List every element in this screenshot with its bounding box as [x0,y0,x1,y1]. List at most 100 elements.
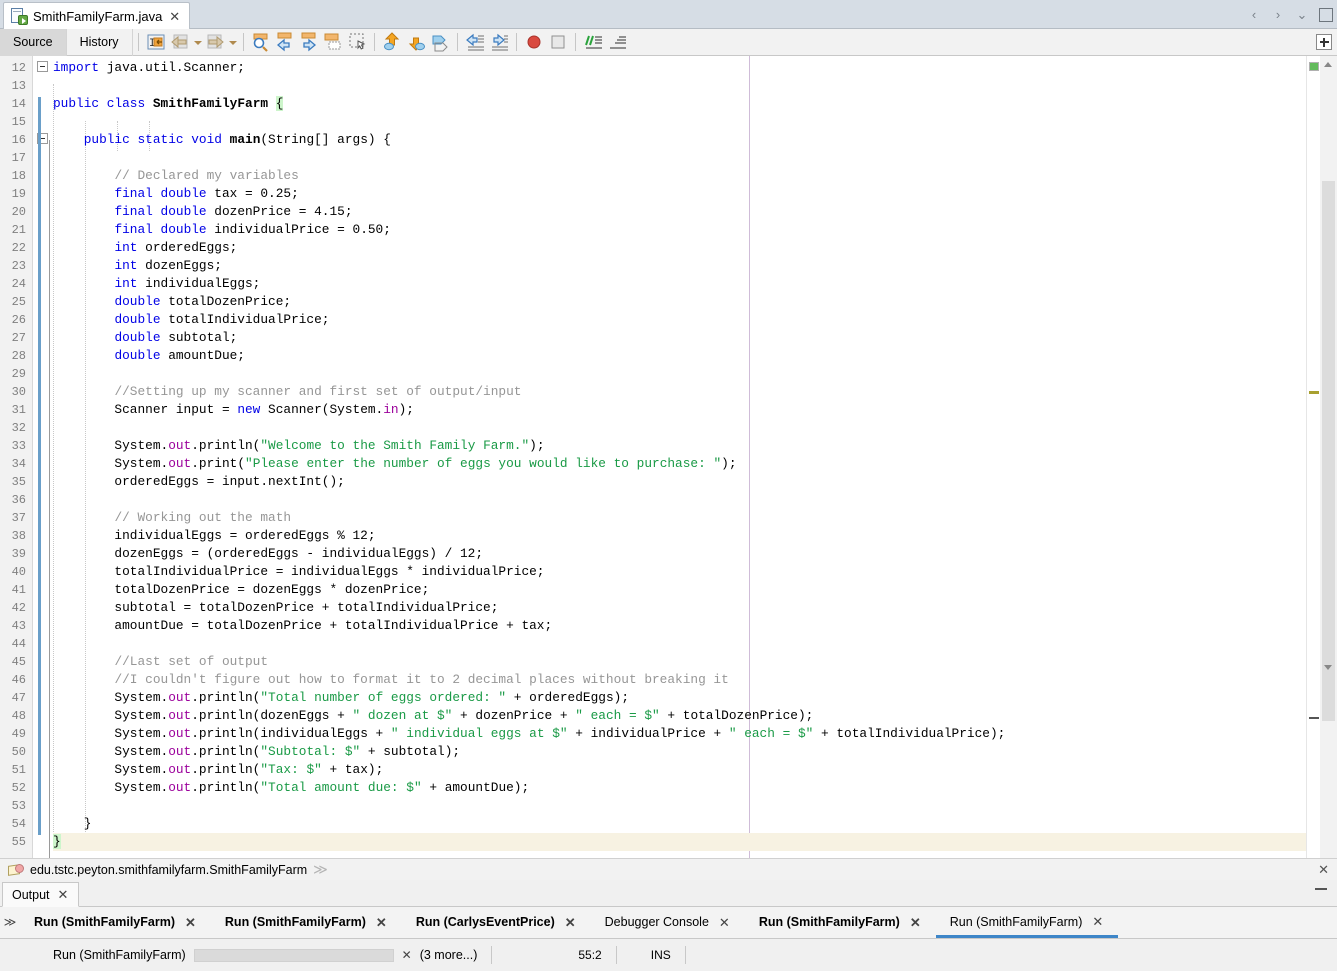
status-more-label[interactable]: (3 more...) [420,948,478,962]
code-line[interactable]: dozenEggs = (orderedEggs - individualEgg… [53,545,483,563]
scrollbar-thumb[interactable] [1322,181,1335,721]
code-line[interactable]: amountDue = totalDozenPrice + totalIndiv… [53,617,552,635]
previous-bookmark-icon[interactable] [274,31,296,53]
editor-vertical-scrollbar[interactable] [1320,56,1337,858]
output-run-tab[interactable]: Run (SmithFamilyFarm)✕ [936,908,1119,938]
previous-tab-icon[interactable]: ‹ [1247,7,1261,22]
code-folding-column[interactable] [34,56,53,858]
code-line[interactable]: } [53,833,1310,851]
next-bookmark-icon[interactable] [298,31,320,53]
code-line[interactable]: totalDozenPrice = dozenEggs * dozenPrice… [53,581,429,599]
code-line[interactable] [53,113,61,131]
find-selection-icon[interactable] [250,31,272,53]
code-line[interactable]: double totalDozenPrice; [53,293,291,311]
code-line[interactable]: //Last set of output [53,653,268,671]
code-text-area[interactable]: import java.util.Scanner; public class S… [53,56,1337,858]
code-line[interactable]: totalIndividualPrice = individualEggs * … [53,563,544,581]
code-line[interactable]: int individualEggs; [53,275,260,293]
code-line[interactable] [53,419,61,437]
code-line[interactable]: orderedEggs = input.nextInt(); [53,473,345,491]
last-edit-icon[interactable]: I [145,31,167,53]
fold-toggle-import[interactable] [37,61,48,72]
back-icon[interactable] [169,31,191,53]
code-line[interactable]: //I couldn't figure out how to format it… [53,671,729,689]
minimize-icon[interactable] [1315,888,1327,890]
next-error-icon[interactable] [405,31,427,53]
output-run-tab[interactable]: Run (CarlysEventPrice)✕ [402,908,591,938]
code-line[interactable]: System.out.println(dozenEggs + " dozen a… [53,707,813,725]
code-line[interactable]: System.out.println("Tax: $" + tax); [53,761,383,779]
start-macro-recording-icon[interactable] [523,31,545,53]
code-line[interactable] [53,149,61,167]
stop-macro-recording-icon[interactable] [547,31,569,53]
output-run-tab[interactable]: Run (SmithFamilyFarm)✕ [745,908,936,938]
maximize-window-icon[interactable] [1319,8,1333,22]
output-run-tab-close-icon[interactable]: ✕ [1091,915,1104,928]
code-line[interactable]: // Declared my variables [53,167,299,185]
error-annotation-strip[interactable] [1306,56,1320,858]
comment-icon[interactable] [582,31,604,53]
chevron-down-icon[interactable]: ⌄ [1295,7,1309,23]
code-line[interactable]: public static void main(String[] args) { [53,131,391,149]
code-line[interactable]: System.out.println("Welcome to the Smith… [53,437,545,455]
code-line[interactable]: Scanner input = new Scanner(System.in); [53,401,414,419]
code-line[interactable] [53,77,61,95]
toggle-grid-icon[interactable] [1316,34,1332,50]
code-line[interactable]: System.out.println("Total amount due: $"… [53,779,529,797]
code-line[interactable]: System.out.println("Subtotal: $" + subto… [53,743,460,761]
code-line[interactable]: public class SmithFamilyFarm { [53,95,283,113]
code-line[interactable]: System.out.println("Total number of eggs… [53,689,629,707]
code-line[interactable]: int dozenEggs; [53,257,222,275]
code-line[interactable]: System.out.print("Please enter the numbe… [53,455,737,473]
code-line[interactable]: //Setting up my scanner and first set of… [53,383,521,401]
output-run-tab-close-icon[interactable]: ✕ [909,916,922,929]
output-run-tab[interactable]: Run (SmithFamilyFarm)✕ [211,908,402,938]
tab-history[interactable]: History [67,29,133,56]
code-line[interactable]: int orderedEggs; [53,239,237,257]
scroll-down-icon[interactable] [1322,661,1335,674]
code-line[interactable]: // Working out the math [53,509,291,527]
code-line[interactable]: final double dozenPrice = 4.15; [53,203,353,221]
code-line[interactable]: subtotal = totalDozenPrice + totalIndivi… [53,599,498,617]
code-line[interactable] [53,797,61,815]
output-run-tab-close-icon[interactable]: ✕ [184,916,197,929]
breadcrumb-close-icon[interactable]: ✕ [1318,862,1329,878]
tab-source[interactable]: Source [0,29,67,56]
output-tabs-overflow-icon[interactable]: ≫ [0,906,20,938]
output-window-tab[interactable]: Output ✕ [2,882,79,907]
code-line[interactable]: double subtotal; [53,329,237,347]
forward-dropdown-caret[interactable] [227,31,238,53]
status-task-cancel-icon[interactable]: ✕ [402,948,412,962]
output-run-tab-close-icon[interactable]: ✕ [375,916,388,929]
output-run-tab-close-icon[interactable]: ✕ [564,916,577,929]
warning-marker[interactable] [1309,391,1319,394]
code-line[interactable]: import java.util.Scanner; [53,59,245,77]
code-line[interactable] [53,365,61,383]
code-line[interactable]: double totalIndividualPrice; [53,311,329,329]
output-run-tab-close-icon[interactable]: ✕ [718,916,731,929]
code-line[interactable]: final double individualPrice = 0.50; [53,221,391,239]
scroll-up-icon[interactable] [1322,58,1335,71]
output-run-tab[interactable]: Run (SmithFamilyFarm)✕ [20,908,211,938]
toggle-bookmark-icon[interactable] [322,31,344,53]
previous-error-icon[interactable] [381,31,403,53]
forward-icon[interactable] [204,31,226,53]
shift-line-right-icon[interactable] [488,31,510,53]
breadcrumb-path[interactable]: edu.tstc.peyton.smithfamilyfarm.SmithFam… [30,863,307,877]
code-line[interactable]: final double tax = 0.25; [53,185,299,203]
back-dropdown-caret[interactable] [192,31,203,53]
uncomment-icon[interactable] [606,31,628,53]
toggle-highlight-icon[interactable] [429,31,451,53]
output-run-tab[interactable]: Debugger Console✕ [591,908,745,938]
code-line[interactable]: individualEggs = orderedEggs % 12; [53,527,376,545]
document-tab-close-icon[interactable]: ✕ [168,10,181,23]
code-line[interactable] [53,635,61,653]
toggle-rectangular-selection-icon[interactable] [346,31,368,53]
shift-line-left-icon[interactable] [464,31,486,53]
code-line[interactable]: System.out.println(individualEggs + " in… [53,725,1005,743]
next-tab-icon[interactable]: › [1271,7,1285,22]
code-line[interactable] [53,491,61,509]
code-line[interactable]: } [53,815,91,833]
code-line[interactable]: double amountDue; [53,347,245,365]
output-tab-close-icon[interactable]: ✕ [57,888,70,901]
